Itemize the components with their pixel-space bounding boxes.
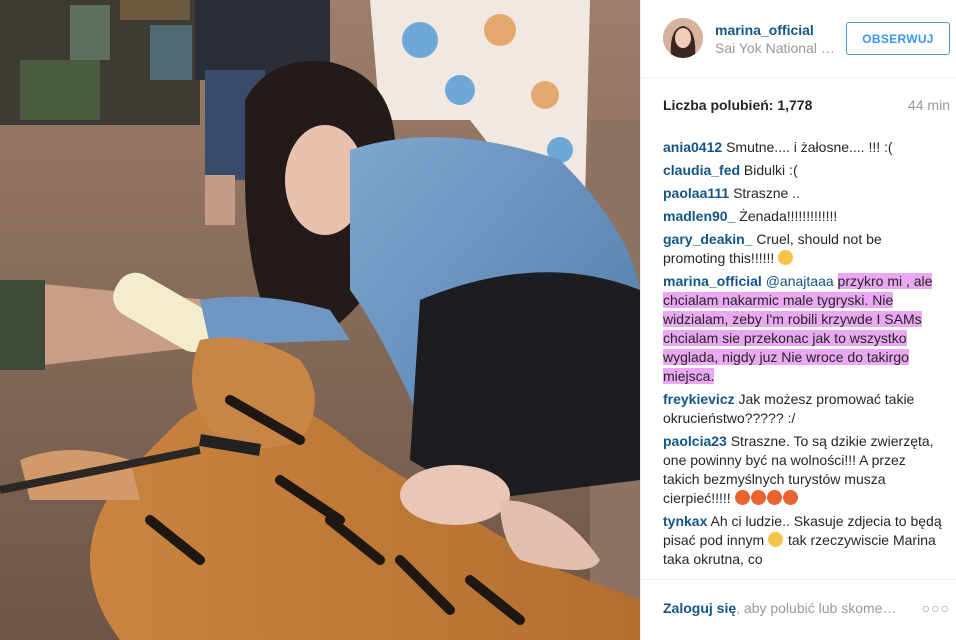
comment: claudia_fed Bidulki :(: [663, 161, 946, 180]
likes-count[interactable]: Liczba polubień: 1,778: [663, 97, 812, 130]
comment-username[interactable]: freykievicz: [663, 391, 735, 407]
comment: marina_official @anajtaaa przykro mi , a…: [663, 272, 946, 386]
post-time[interactable]: 44 min: [908, 97, 950, 130]
comment-username[interactable]: tynkax: [663, 513, 707, 529]
angry-emoji-icon: [766, 490, 782, 505]
login-prompt-text: , aby polubić lub skomentować.: [736, 600, 903, 616]
post-photo[interactable]: [0, 0, 640, 640]
more-options-icon[interactable]: ○○○: [922, 600, 950, 616]
comment: ania0412 Smutne.... i żałosne.... !!! :(: [663, 138, 946, 157]
author-username[interactable]: marina_official: [715, 21, 846, 39]
login-link[interactable]: Zaloguj się: [663, 600, 736, 616]
angry-emoji-icon: [750, 490, 766, 505]
comment-username[interactable]: madlen90_: [663, 208, 735, 224]
post-footer: Zaloguj się, aby polubić lub skomentować…: [641, 580, 956, 640]
post-frame: marina_official Sai Yok National Park OB…: [0, 0, 956, 640]
comment-username[interactable]: gary_deakin_: [663, 231, 753, 247]
post-header: marina_official Sai Yok National Park OB…: [641, 0, 956, 78]
comment-username[interactable]: claudia_fed: [663, 162, 740, 178]
author-info: marina_official Sai Yok National Park: [715, 18, 846, 57]
post-sidebar: marina_official Sai Yok National Park OB…: [640, 0, 956, 640]
follow-button[interactable]: OBSERWUJ: [846, 22, 950, 55]
photo-woman-feeding-tiger-cub: [0, 0, 640, 640]
comment-username[interactable]: paolcia23: [663, 433, 727, 449]
comment-list[interactable]: ania0412 Smutne.... i żałosne.... !!! :(…: [641, 130, 956, 580]
angry-emoji-icon: [782, 490, 798, 505]
post-location[interactable]: Sai Yok National Park: [715, 39, 835, 57]
comment-text: Straszne ..: [733, 185, 800, 201]
comment-mention[interactable]: @anajtaaa: [766, 273, 834, 289]
comment: gary_deakin_ Cruel, should not be promot…: [663, 230, 946, 268]
login-prompt: Zaloguj się, aby polubić lub skomentować…: [663, 600, 903, 616]
comment-text: Bidulki :(: [743, 162, 798, 178]
avatar-portrait: [663, 18, 703, 58]
comment-username[interactable]: marina_official: [663, 273, 762, 289]
comment-username[interactable]: ania0412: [663, 139, 722, 155]
comment-text: Żenada!!!!!!!!!!!!!: [739, 208, 838, 224]
comment-username[interactable]: paolaa111: [663, 185, 729, 201]
angry-emoji-icon: [734, 490, 750, 505]
avatar[interactable]: [663, 18, 703, 58]
comment-text: Smutne.... i żałosne.... !!! :(: [726, 139, 893, 155]
comment: paolcia23 Straszne. To są dzikie zwierzę…: [663, 432, 946, 508]
comment: tynkax Ah ci ludzie.. Skasuje zdjecia to…: [663, 512, 946, 569]
post-stats: Liczba polubień: 1,778 44 min: [641, 78, 956, 130]
comment-text-highlighted: przykro mi , ale chcialam nakarmic male …: [663, 273, 933, 384]
unamused-emoji-icon: [778, 250, 794, 265]
comment: madlen90_ Żenada!!!!!!!!!!!!!: [663, 207, 946, 226]
comment: freykievicz Jak możesz promować takie ok…: [663, 390, 946, 428]
grin-emoji-icon: [768, 532, 784, 547]
comment: paolaa111 Straszne ..: [663, 184, 946, 203]
